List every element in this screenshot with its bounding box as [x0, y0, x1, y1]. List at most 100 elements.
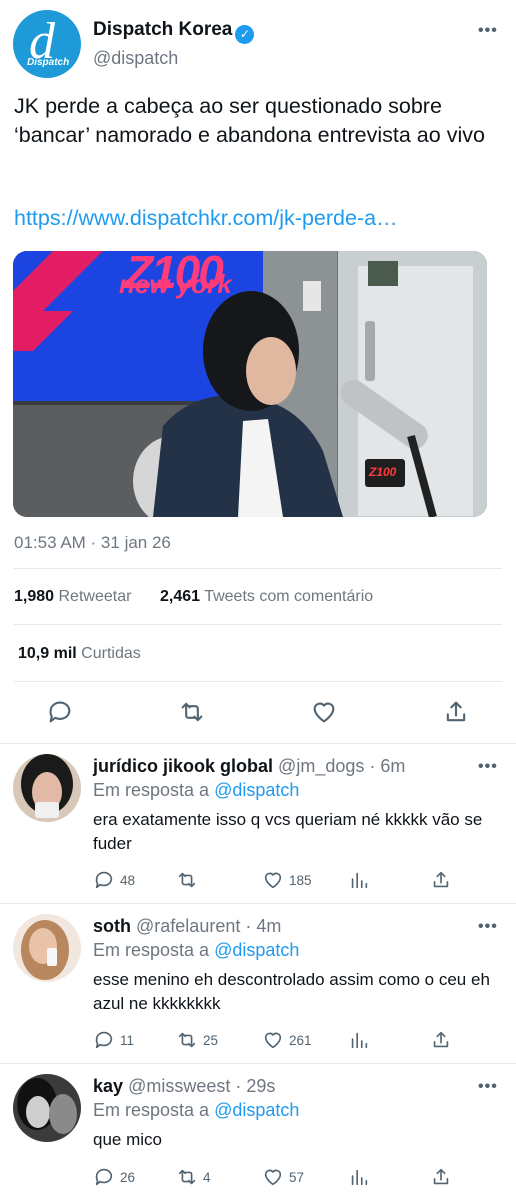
avatar-logo-text: Dispatch — [27, 57, 70, 68]
quote-count: 2,461 — [160, 588, 201, 605]
likes-stats[interactable]: 10,9 mil Curtidas — [18, 645, 141, 663]
reply-author-handle: @rafelaurent — [136, 916, 241, 936]
like-count: 185 — [289, 872, 312, 888]
retweet-count: 4 — [203, 1169, 211, 1185]
reply-icon[interactable] — [46, 698, 74, 726]
more-options-icon[interactable]: ••• — [478, 918, 498, 936]
reply-reply-action[interactable]: 26 — [93, 1166, 135, 1188]
author-avatar[interactable]: d Dispatch — [13, 10, 81, 78]
reply-time: · 4m — [245, 916, 282, 936]
reply-avatar[interactable] — [13, 754, 81, 822]
reply-header[interactable]: soth @rafelaurent · 4m — [93, 916, 281, 937]
divider — [14, 568, 502, 569]
reply-reply-action[interactable]: 48 — [93, 869, 135, 891]
reply-analytics-action[interactable] — [348, 1166, 370, 1188]
reply-context-handle[interactable]: @dispatch — [214, 780, 299, 800]
retweet-icon — [178, 1169, 196, 1185]
tweet-timestamp[interactable]: 01:53 AM · 31 jan 26 — [14, 533, 171, 553]
quote-stats[interactable]: 2,461 Tweets com comentário — [160, 588, 373, 606]
reply-text: era exatamente isso q vcs queriam né kkk… — [93, 810, 483, 853]
mic-flag-text: Z100 — [369, 465, 397, 479]
retweet-count: 25 — [203, 1032, 219, 1048]
reply-author-name: jurídico jikook global — [93, 756, 274, 776]
like-icon — [264, 1032, 282, 1049]
reply-reply-action[interactable]: 11 — [93, 1029, 134, 1051]
tweet-media-image[interactable]: Z100 new york Z100 — [13, 251, 487, 517]
reply-share-action[interactable] — [430, 1166, 452, 1188]
reply-share-action[interactable] — [430, 869, 452, 891]
reply-icon — [95, 871, 113, 889]
reply-like-action[interactable]: 57 — [262, 1166, 304, 1188]
retweet-icon — [178, 872, 196, 888]
reply-author-name: soth — [93, 916, 131, 936]
like-icon — [264, 872, 282, 889]
divider — [0, 1063, 516, 1064]
like-icon[interactable] — [310, 698, 338, 726]
retweet-stats[interactable]: 1,980 Retweetar — [14, 588, 131, 606]
reply-avatar-photo — [13, 754, 81, 822]
reply-author-name: kay — [93, 1076, 124, 1096]
like-icon — [264, 1169, 282, 1186]
reply-icon — [95, 1168, 113, 1186]
reply-retweet-action[interactable]: 4 — [176, 1166, 211, 1188]
divider — [0, 903, 516, 904]
reply-count: 11 — [120, 1032, 135, 1048]
analytics-icon — [351, 1169, 368, 1186]
media-scene — [13, 251, 487, 517]
like-count: 261 — [289, 1032, 312, 1048]
reply-retweet-action[interactable]: 25 — [176, 1029, 218, 1051]
share-icon — [433, 1031, 449, 1048]
more-options-icon[interactable]: ••• — [478, 1078, 498, 1096]
media-city-text: new york — [119, 269, 232, 299]
reply-context-prefix: Em resposta a — [93, 780, 210, 800]
reply-text: que mico — [93, 1130, 162, 1149]
retweet-label: Retweetar — [58, 588, 132, 605]
share-icon — [433, 871, 449, 888]
reply-share-action[interactable] — [430, 1029, 452, 1051]
reply-context: Em resposta a @dispatch — [93, 940, 299, 961]
retweet-count: 1,980 — [14, 588, 55, 605]
reply-avatar[interactable] — [13, 1074, 81, 1142]
reply-count: 48 — [120, 872, 136, 888]
reply-avatar-photo — [13, 914, 81, 982]
share-icon[interactable] — [442, 698, 470, 726]
verified-badge-icon: ✓ — [235, 25, 255, 44]
likes-label: Curtidas — [81, 645, 141, 662]
reply-text: esse menino eh descontrolado assim como … — [93, 970, 490, 1013]
reply-like-action[interactable]: 185 — [262, 869, 312, 891]
divider — [14, 681, 502, 682]
reply-retweet-action[interactable] — [176, 869, 203, 891]
reply-avatar-photo — [13, 1074, 81, 1142]
reply-context-prefix: Em resposta a — [93, 940, 210, 960]
author-name[interactable]: Dispatch Korea ✓ — [93, 19, 255, 44]
reply-icon — [95, 1031, 113, 1049]
reply-context: Em resposta a @dispatch — [93, 780, 299, 801]
reply-header[interactable]: kay @missweest · 29s — [93, 1076, 275, 1097]
reply-analytics-action[interactable] — [348, 869, 370, 891]
reply-author-handle: @jm_dogs — [278, 756, 365, 776]
share-icon — [433, 1168, 449, 1185]
more-options-icon[interactable]: ••• — [478, 22, 498, 40]
reply-header[interactable]: jurídico jikook global @jm_dogs · 6m — [93, 756, 405, 777]
tweet-text: JK perde a cabeça ao ser questionado sob… — [14, 94, 485, 147]
reply-context-handle[interactable]: @dispatch — [214, 1100, 299, 1120]
analytics-icon — [351, 1032, 368, 1049]
retweet-icon[interactable] — [178, 698, 206, 726]
author-handle[interactable]: @dispatch — [93, 48, 178, 69]
reply-count: 26 — [120, 1169, 136, 1185]
quote-label: Tweets com comentário — [204, 588, 374, 605]
reply-analytics-action[interactable] — [348, 1029, 370, 1051]
likes-count: 10,9 mil — [18, 645, 77, 662]
reply-avatar[interactable] — [13, 914, 81, 982]
analytics-icon — [351, 872, 368, 889]
tweet-link[interactable]: https://www.dispatchkr.com/jk-perde-a… — [14, 206, 398, 231]
more-options-icon[interactable]: ••• — [478, 758, 498, 776]
retweet-icon — [178, 1032, 196, 1048]
author-name-text: Dispatch Korea — [93, 19, 233, 40]
reply-context-prefix: Em resposta a — [93, 1100, 210, 1120]
reply-like-action[interactable]: 261 — [262, 1029, 312, 1051]
reply-context-handle[interactable]: @dispatch — [214, 940, 299, 960]
divider — [14, 624, 502, 625]
divider — [0, 743, 516, 744]
like-count: 57 — [289, 1169, 305, 1185]
